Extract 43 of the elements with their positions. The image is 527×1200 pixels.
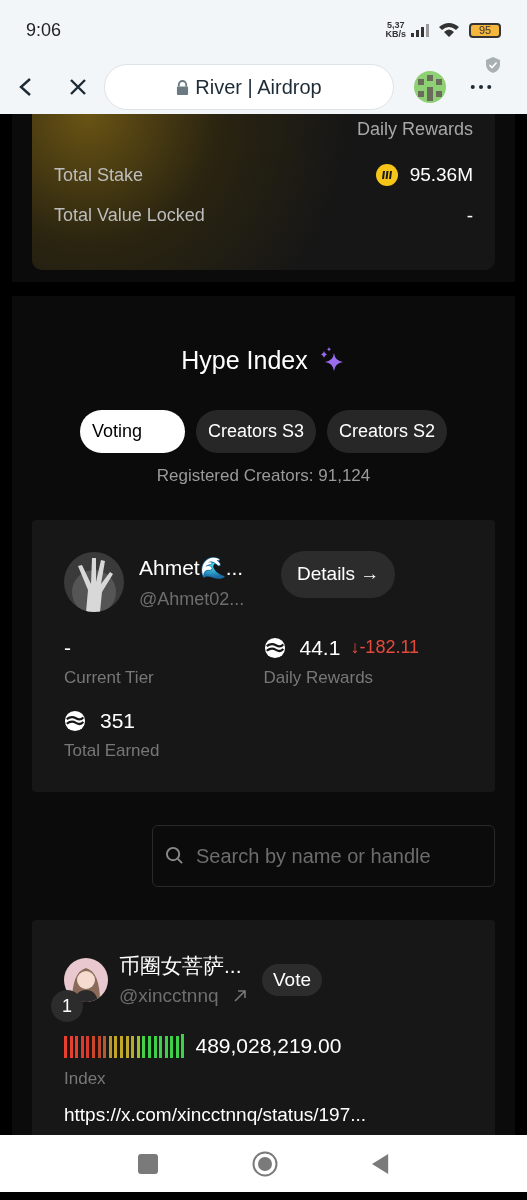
user-name: 币圈女菩萨... [119, 953, 243, 979]
tab[interactable]: Creators S2 [327, 409, 448, 453]
stat-label: Daily Rewards [356, 118, 473, 141]
search-icon [165, 846, 184, 865]
stat-label: Total Earned [64, 740, 161, 762]
creator-count: Registered Creators: 91,124 [155, 464, 372, 487]
wifi-icon [438, 22, 460, 38]
section-title: Hype Index [181, 345, 308, 376]
vote-button[interactable]: Vote [262, 964, 323, 996]
lock-icon [176, 79, 190, 95]
stat-value: 351 [100, 708, 136, 735]
external-link-icon[interactable] [232, 988, 247, 1003]
address-bar[interactable]: River | Airdrop [104, 64, 394, 110]
clock: 9:06 [26, 18, 62, 42]
search-field[interactable]: Search by name or handle [152, 825, 495, 887]
more-icon[interactable] [470, 84, 492, 90]
user-handle: @Ahmet02... [139, 587, 246, 611]
page-title: River | Airdrop [195, 75, 322, 100]
recents-icon[interactable] [137, 1153, 158, 1174]
user-name: Ahmet🌊... [139, 555, 245, 581]
stat-label: Index [64, 1067, 107, 1090]
stat-label: Total Value Locked [54, 204, 205, 228]
stat-value: - [466, 203, 473, 228]
details-button[interactable]: Details → [281, 550, 396, 598]
stat-label: Total Stake [54, 163, 144, 187]
index-value: 489,028,219.00 [195, 1033, 342, 1059]
stat-value: 44.1 [299, 634, 341, 661]
rank-badge: 1 [51, 990, 83, 1022]
change-value: ↓-182.11 [350, 636, 420, 659]
tab[interactable]: Voting [79, 409, 185, 453]
tab[interactable]: Creators S3 [195, 409, 316, 453]
battery-icon: 95 [469, 22, 501, 38]
stat-label: Current Tier [64, 666, 155, 689]
user-handle[interactable]: @xincctnnq [119, 981, 219, 1010]
post-link[interactable]: https://x.com/xincctnnq/status/197... [64, 1101, 463, 1130]
stat-value: 95.36M [409, 163, 473, 187]
close-icon[interactable] [68, 77, 88, 97]
stat-label: Daily Rewards [263, 666, 375, 689]
stat-value: - [64, 634, 71, 661]
extension-icon[interactable] [414, 71, 446, 103]
speed-unit: KB/s [385, 30, 406, 39]
home-icon[interactable] [251, 1150, 278, 1177]
network-speed: 5,37 [386, 21, 405, 30]
